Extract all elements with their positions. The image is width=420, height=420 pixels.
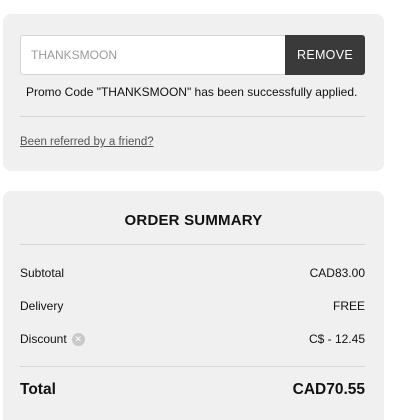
order-summary-panel: ORDER SUMMARY Subtotal CAD83.00 Delivery… (3, 191, 384, 420)
promo-code-input[interactable] (20, 35, 285, 75)
subtotal-value: CAD83.00 (309, 266, 365, 280)
promo-code-panel: REMOVE Promo Code "THANKSMOON" has been … (3, 14, 384, 171)
subtotal-row: Subtotal CAD83.00 (20, 266, 365, 280)
total-label: Total (20, 381, 56, 398)
delivery-value: FREE (332, 299, 365, 313)
discount-row: Discount ✕ C$ - 12.45 (20, 332, 365, 346)
close-circle-icon[interactable]: ✕ (71, 332, 85, 346)
total-row: Total CAD70.55 (20, 381, 365, 399)
delivery-row: Delivery FREE (20, 299, 365, 313)
delivery-label: Delivery (20, 299, 64, 313)
remove-promo-button[interactable]: REMOVE (285, 35, 365, 75)
discount-value: C$ - 12.45 (308, 332, 365, 346)
total-value: CAD70.55 (292, 381, 365, 398)
summary-top-divider (20, 244, 365, 245)
referral-link[interactable]: Been referred by a friend? (20, 136, 154, 148)
subtotal-label: Subtotal (20, 266, 65, 280)
summary-total-divider (20, 366, 365, 367)
order-summary-title: ORDER SUMMARY (124, 212, 263, 229)
discount-label-group: Discount ✕ (20, 332, 85, 346)
promo-divider (20, 116, 365, 117)
promo-code-row: REMOVE (20, 35, 365, 75)
promo-success-message: Promo Code "THANKSMOON" has been success… (26, 85, 358, 99)
discount-label: Discount (20, 332, 67, 346)
